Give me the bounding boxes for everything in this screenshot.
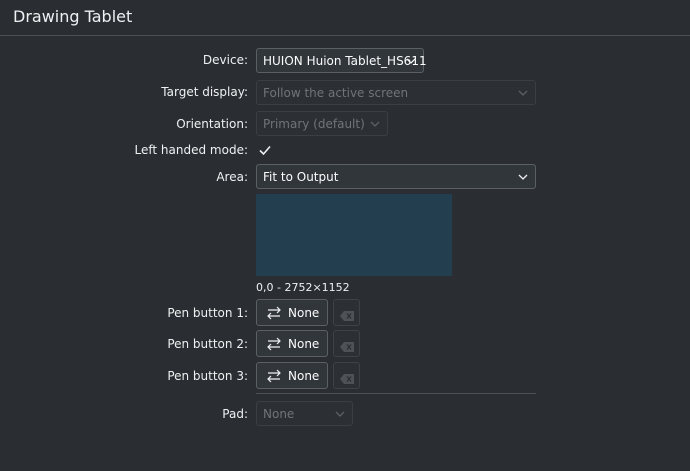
page-header: Drawing Tablet xyxy=(0,0,690,36)
device-label: Device: xyxy=(202,53,248,67)
area-range-text: 0,0 - 2752×1152 xyxy=(256,281,350,294)
pad-label: Pad: xyxy=(222,407,248,421)
configure-icon xyxy=(267,306,281,320)
divider xyxy=(256,393,536,394)
orientation-label: Orientation: xyxy=(176,117,248,131)
pen-button-1-clear-button[interactable] xyxy=(333,299,360,326)
orientation-combo[interactable]: Primary (default) xyxy=(256,111,388,136)
left-handed-checkbox[interactable] xyxy=(258,142,272,156)
backspace-icon xyxy=(339,370,355,389)
chevron-down-icon xyxy=(334,408,346,420)
pen-button-1-value: None xyxy=(288,306,320,320)
pen-button-2-clear-button[interactable] xyxy=(333,330,360,357)
pen-button-1-label: Pen button 1: xyxy=(167,306,248,320)
area-value: Fit to Output xyxy=(263,170,339,184)
pen-button-2-value: None xyxy=(288,337,320,351)
backspace-icon xyxy=(339,307,355,326)
pen-button-1-action[interactable]: None xyxy=(256,299,328,326)
pen-button-3-label: Pen button 3: xyxy=(167,369,248,383)
configure-icon xyxy=(267,337,281,351)
area-preview[interactable] xyxy=(256,194,452,276)
chevron-down-icon xyxy=(517,171,529,183)
pen-button-3-value: None xyxy=(288,369,320,383)
target-display-value: Follow the active screen xyxy=(263,86,409,100)
pad-value: None xyxy=(263,407,295,421)
area-combo[interactable]: Fit to Output xyxy=(256,164,536,189)
pen-button-2-action[interactable]: None xyxy=(256,330,328,357)
chevron-down-icon xyxy=(405,55,417,67)
device-combo[interactable]: HUION Huion Tablet_HS611 xyxy=(256,48,427,73)
target-display-combo[interactable]: Follow the active screen xyxy=(256,80,536,105)
pen-button-2-label: Pen button 2: xyxy=(167,337,248,351)
pad-combo[interactable]: None xyxy=(256,401,353,426)
checkmark-icon xyxy=(259,145,271,156)
orientation-value: Primary (default) xyxy=(263,117,365,131)
page-title: Drawing Tablet xyxy=(13,7,133,26)
target-display-label: Target display: xyxy=(161,85,248,99)
backspace-icon xyxy=(339,338,355,357)
configure-icon xyxy=(267,369,281,383)
pen-button-3-action[interactable]: None xyxy=(256,362,328,389)
chevron-down-icon xyxy=(369,118,381,130)
area-label: Area: xyxy=(216,170,248,184)
chevron-down-icon xyxy=(517,87,529,99)
pen-button-3-clear-button[interactable] xyxy=(333,362,360,389)
device-value: HUION Huion Tablet_HS611 xyxy=(263,54,427,68)
left-handed-label: Left handed mode: xyxy=(134,143,248,157)
